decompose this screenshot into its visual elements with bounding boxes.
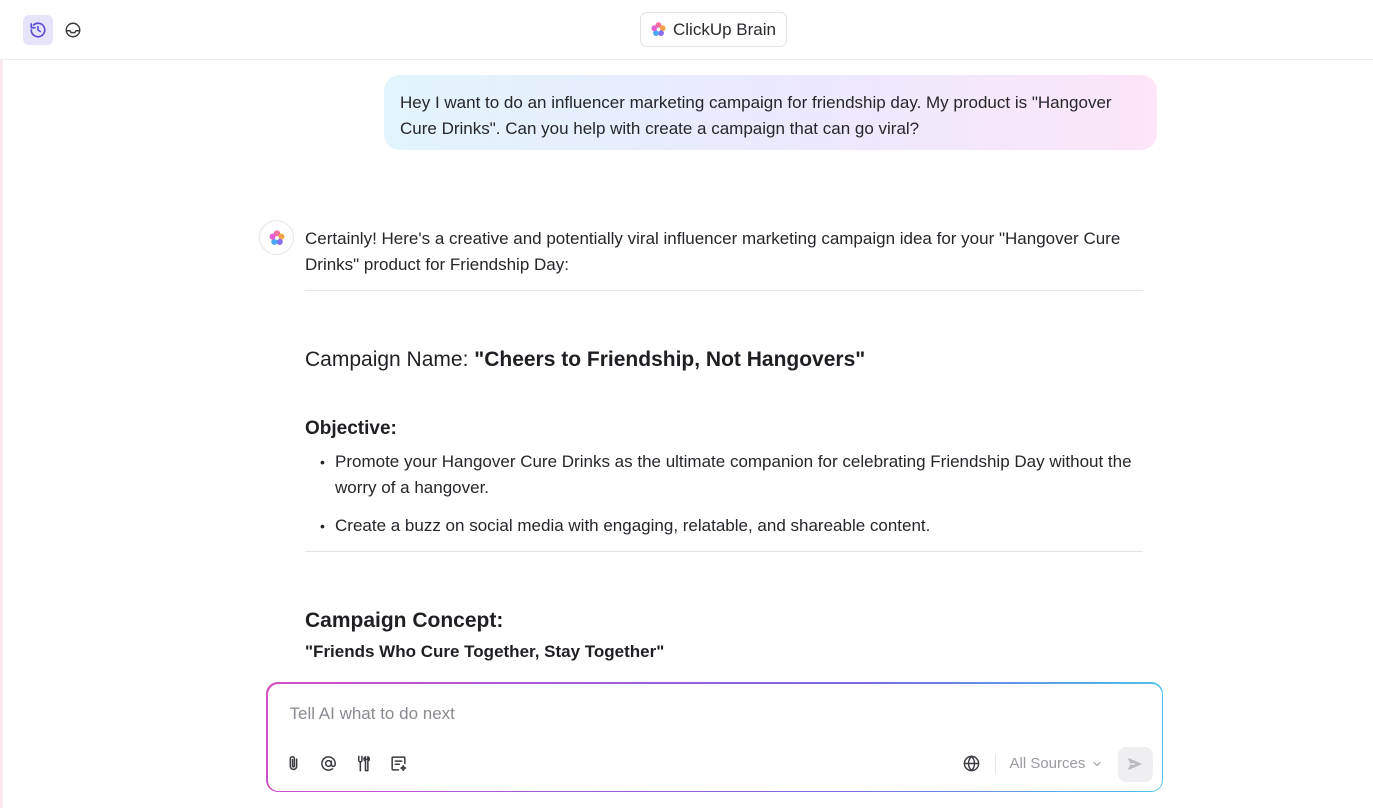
prompt-composer: All Sources xyxy=(266,682,1163,792)
send-button[interactable] xyxy=(1117,746,1153,782)
campaign-name-heading: Campaign Name: "Cheers to Friendship, No… xyxy=(305,346,865,374)
campaign-name-value: "Cheers to Friendship, Not Hangovers" xyxy=(474,348,866,371)
app-title: ClickUp Brain xyxy=(673,19,776,39)
clickup-brain-logo-icon xyxy=(651,22,666,37)
attach-icon xyxy=(289,755,298,771)
sources-label: All Sources xyxy=(1009,755,1086,772)
section-divider xyxy=(305,551,1143,552)
toolbar-separator xyxy=(994,753,996,774)
tools-button[interactable] xyxy=(352,752,376,776)
inbox-button[interactable] xyxy=(58,15,88,45)
chevron-down-icon xyxy=(1093,761,1101,766)
ai-intro-text: Certainly! Here's a creative and potenti… xyxy=(305,229,1121,274)
objective-item: Promote your Hangover Cure Drinks as the… xyxy=(320,449,1140,501)
ai-avatar xyxy=(259,220,294,255)
campaign-name-label: Campaign Name: xyxy=(305,348,475,371)
top-header: ClickUp Brain xyxy=(0,0,1373,60)
history-button[interactable] xyxy=(23,15,53,45)
concept-tagline: "Friends Who Cure Together, Stay Togethe… xyxy=(305,642,665,661)
send-icon xyxy=(1128,758,1142,770)
web-search-button[interactable] xyxy=(960,752,984,776)
app-title-pill[interactable]: ClickUp Brain xyxy=(640,12,787,47)
note-sparkle-button[interactable] xyxy=(387,752,411,776)
history-icon xyxy=(30,22,46,38)
note-sparkle-icon xyxy=(391,756,407,772)
concept-heading: Campaign Concept: xyxy=(305,609,504,632)
user-message-bubble: Hey I want to do an influencer marketing… xyxy=(384,75,1157,150)
attach-button[interactable] xyxy=(282,752,306,776)
objective-list: Promote your Hangover Cure Drinks as the… xyxy=(320,449,1140,551)
objective-item: Create a buzz on social media with engag… xyxy=(320,513,1140,539)
clickup-brain-logo-icon xyxy=(269,229,284,245)
tools-icon xyxy=(357,755,370,772)
composer-inner: All Sources xyxy=(267,683,1162,791)
mention-button[interactable] xyxy=(317,752,341,776)
objective-heading: Objective: xyxy=(305,418,397,439)
section-divider xyxy=(305,290,1143,291)
mention-icon xyxy=(321,756,336,771)
inbox-icon xyxy=(65,22,81,38)
globe-icon xyxy=(963,755,980,772)
prompt-input[interactable] xyxy=(289,701,1130,726)
left-edge-strip xyxy=(0,60,3,808)
ai-response: Certainly! Here's a creative and potenti… xyxy=(305,226,1143,278)
sources-dropdown[interactable]: All Sources xyxy=(1010,754,1104,774)
